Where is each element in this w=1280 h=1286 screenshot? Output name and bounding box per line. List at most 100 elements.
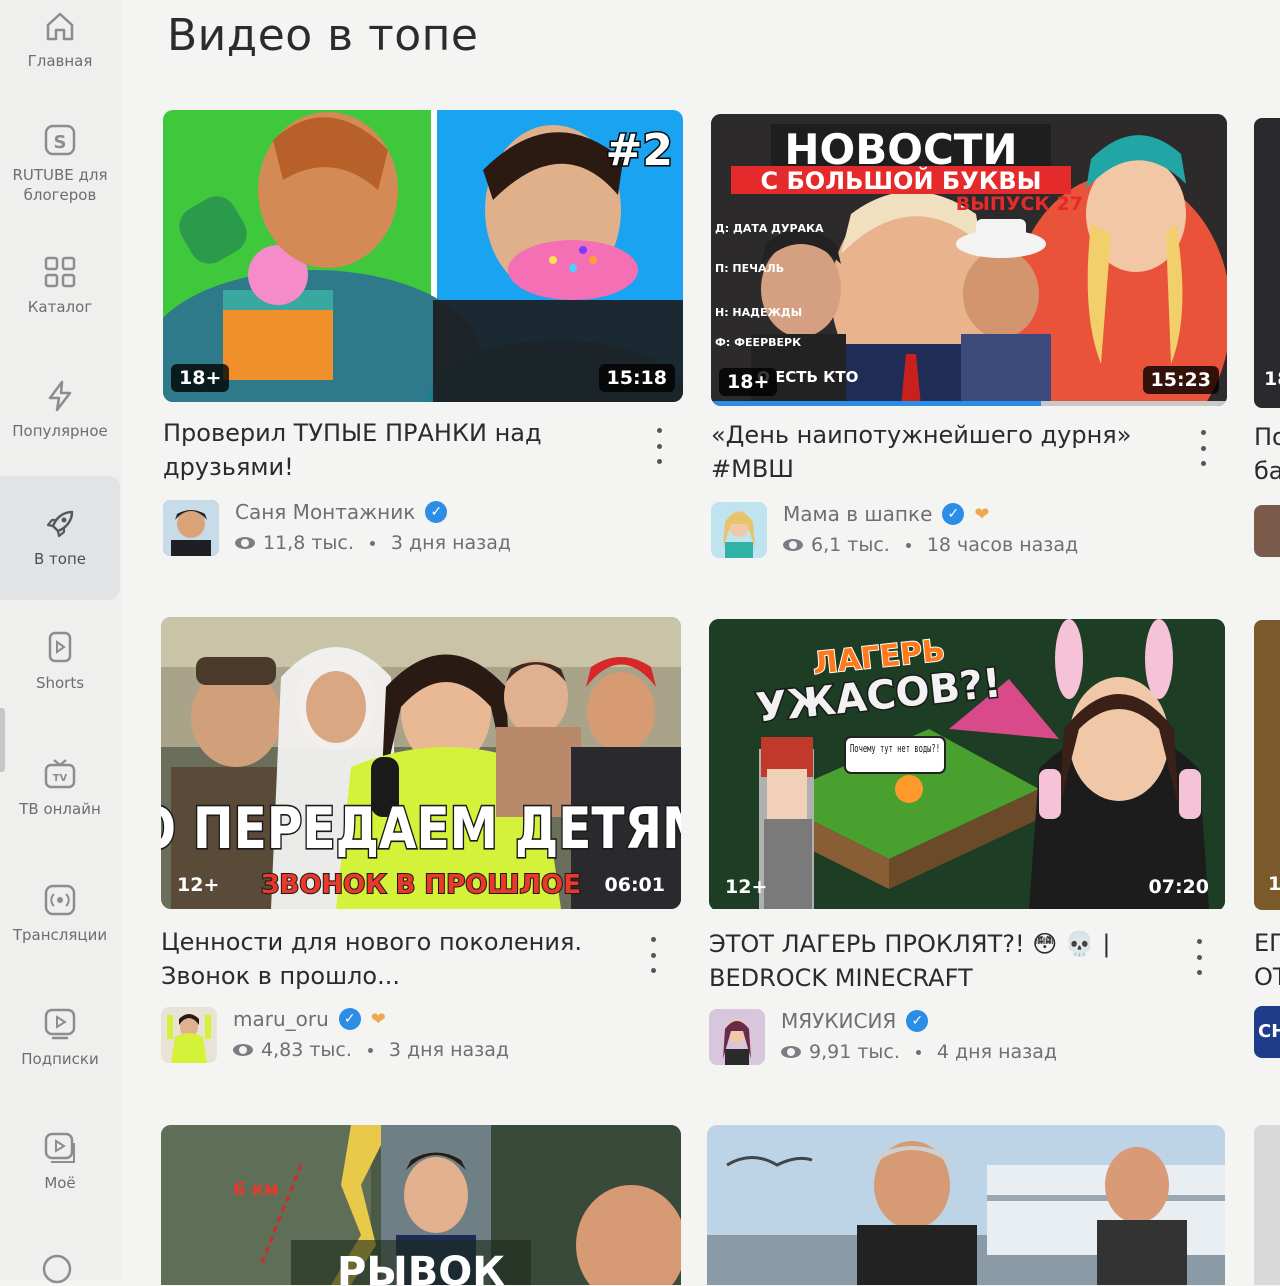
more-options-icon[interactable]: [1193, 939, 1205, 975]
sidebar-item-label: Каталог: [27, 298, 93, 316]
sidebar-item-popular[interactable]: Популярное: [0, 348, 120, 472]
sidebar-item-label: Моё: [44, 1174, 76, 1192]
thumbnail-image: ЛАГЕРЬ УЖАСОВ?! Почему тут нет воды?!: [709, 619, 1225, 909]
channel-name[interactable]: Мама в шапке: [783, 502, 932, 526]
sidebar-item-mine[interactable]: Моё: [0, 1100, 120, 1224]
duration-badge: 06:01: [604, 874, 665, 896]
more-options-icon[interactable]: [647, 937, 659, 973]
video-title[interactable]: Проверил ТУПЫЕ ПРАНКИ над друзьями!: [163, 416, 633, 484]
video-thumbnail[interactable]: [1254, 1125, 1280, 1285]
more-sections-icon[interactable]: [40, 1252, 74, 1286]
video-title[interactable]: «День наипотужнейшего дурня» #МВШ: [711, 418, 1181, 486]
views-icon: [233, 1044, 253, 1056]
rocket-icon: [46, 510, 74, 538]
thumbnail-image: [707, 1125, 1225, 1285]
thumbnail-item: Н: НАДЕЖДЫ: [715, 306, 802, 319]
channel-avatar[interactable]: [163, 500, 219, 556]
home-icon: [46, 12, 74, 41]
channel-name[interactable]: МЯУКИСИЯ: [781, 1009, 896, 1033]
sidebar-item-label: В топе: [33, 550, 86, 568]
more-options-icon[interactable]: [653, 428, 665, 464]
sidebar-item-subscriptions[interactable]: Подписки: [0, 976, 120, 1100]
video-card[interactable]: НОВОСТИ С БОЛЬШОЙ БУКВЫ ВЫПУСК 27 Д: ДАТ…: [711, 114, 1231, 560]
shorts-icon: [48, 631, 72, 663]
age-rating-badge: 12+: [725, 876, 768, 898]
video-title[interactable]: Ценности для нового поколения. Звонок в …: [161, 925, 631, 993]
channel-avatar[interactable]: СН: [1254, 1006, 1280, 1058]
my-videos-icon: [44, 1132, 75, 1163]
video-thumbnail[interactable]: [1254, 118, 1280, 408]
sidebar-item-label: RUTUBE для блогеров: [12, 166, 108, 204]
views-icon: [781, 1046, 801, 1058]
sidebar-item-top[interactable]: В топе: [0, 476, 120, 600]
page-title: Видео в топе: [167, 10, 479, 61]
svg-text:S: S: [54, 132, 67, 153]
thumbnail-text: ЧТО ПЕРЕДАЕМ ДЕТЯМ?: [161, 796, 681, 861]
video-card[interactable]: ЧТО ПЕРЕДАЕМ ДЕТЯМ? ЗВОНОК В ПРОШЛОЕ 12+…: [161, 617, 681, 1065]
view-count: 4,83 тыс.: [261, 1039, 352, 1061]
video-thumbnail[interactable]: НОВОСТИ С БОЛЬШОЙ БУКВЫ ВЫПУСК 27 Д: ДАТ…: [711, 114, 1227, 406]
thumbnail-subtitle: ЗВОНОК В ПРОШЛОЕ: [261, 870, 581, 900]
subscriptions-icon: [44, 1008, 76, 1040]
sidebar-item-bloggers[interactable]: S RUTUBE для блогеров: [0, 102, 120, 226]
sidebar-item-label: ТВ онлайн: [19, 800, 101, 818]
thumbnail-image: ЧТО ПЕРЕДАЕМ ДЕТЯМ? ЗВОНОК В ПРОШЛОЕ: [161, 617, 681, 909]
sidebar-item-catalog[interactable]: Каталог: [0, 224, 120, 348]
channel-avatar[interactable]: [711, 502, 767, 558]
separator-dot: [905, 542, 911, 548]
video-card[interactable]: #2 18+ 15:18 Проверил ТУПЫЕ ПРАНКИ над д…: [163, 110, 683, 558]
heart-badge-icon: ❤: [370, 1008, 386, 1030]
thumbnail-speech-bubble: Почему тут нет воды?!: [850, 742, 940, 755]
sidebar-item-label: Популярное: [12, 422, 108, 440]
channel-avatar[interactable]: [709, 1009, 765, 1065]
upload-time: 3 дня назад: [390, 532, 512, 554]
video-thumbnail[interactable]: ЧТО ПЕРЕДАЕМ ДЕТЯМ? ЗВОНОК В ПРОШЛОЕ 12+…: [161, 617, 681, 909]
tv-icon: TV: [44, 759, 76, 789]
video-thumbnail[interactable]: 6 км РЫВОК: [161, 1125, 681, 1285]
watch-progress-fill: [711, 401, 1042, 406]
channel-avatar[interactable]: [161, 1007, 217, 1063]
more-options-icon[interactable]: [1197, 430, 1209, 466]
sidebar-item-label: Подписки: [21, 1050, 99, 1068]
duration-badge: 15:23: [1142, 366, 1219, 394]
channel-name[interactable]: maru_oru: [233, 1007, 329, 1031]
watch-progress-bar: [711, 401, 1227, 406]
thumbnail-image: 6 км РЫВОК: [161, 1125, 681, 1285]
video-card[interactable]: 6 км РЫВОК: [161, 1125, 681, 1285]
sidebar-item-home[interactable]: Главная: [0, 0, 120, 102]
duration-badge: 07:20: [1148, 876, 1209, 898]
sidebar: Главная S RUTUBE для блогеров Каталог По…: [0, 0, 122, 1284]
views-icon: [783, 539, 803, 551]
video-thumbnail[interactable]: #2 18+ 15:18: [163, 110, 683, 402]
separator-dot: [915, 1049, 921, 1055]
age-rating-badge: 12+: [177, 874, 220, 896]
video-title[interactable]: ЕГ ОТ: [1254, 926, 1280, 994]
video-thumbnail[interactable]: ЛАГЕРЬ УЖАСОВ?! Почему тут нет воды?! 12…: [709, 619, 1225, 911]
separator-dot: [367, 1047, 373, 1053]
thumbnail-issue: ВЫПУСК 27: [956, 193, 1083, 215]
thumbnail-item: Ф: ФЕЕРВЕРК: [715, 336, 801, 349]
video-thumbnail[interactable]: [707, 1125, 1225, 1285]
video-card[interactable]: ЛАГЕРЬ УЖАСОВ?! Почему тут нет воды?! 12…: [709, 619, 1229, 1067]
views-icon: [235, 537, 255, 549]
video-title[interactable]: По ба: [1254, 420, 1280, 488]
duration-badge: 15:18: [598, 364, 675, 392]
thumbnail-image: #2: [163, 110, 683, 402]
video-title[interactable]: ЭТОТ ЛАГЕРЬ ПРОКЛЯТ?! 😳 💀 | BEDROCK MINE…: [709, 927, 1179, 995]
sidebar-item-broadcasts[interactable]: Трансляции: [0, 852, 120, 976]
channel-avatar[interactable]: [1254, 505, 1280, 557]
heart-badge-icon: ❤: [974, 503, 990, 525]
sidebar-item-tv[interactable]: TV ТВ онлайн: [0, 726, 120, 850]
sidebar-item-label: Трансляции: [12, 926, 108, 944]
upload-time: 3 дня назад: [388, 1039, 510, 1061]
sidebar-scrollbar[interactable]: [0, 708, 5, 772]
age-rating-badge: 18+: [171, 364, 230, 392]
age-rating-badge: 18: [1268, 873, 1280, 895]
video-card[interactable]: [707, 1125, 1227, 1285]
sidebar-item-shorts[interactable]: Shorts: [0, 600, 120, 724]
thumbnail-item: Д: ДАТА ДУРАКА: [715, 222, 824, 235]
video-thumbnail[interactable]: [1254, 620, 1280, 910]
channel-name[interactable]: Саня Монтажник: [235, 500, 415, 524]
thumbnail-text: #2: [606, 125, 673, 176]
grid-icon: [44, 256, 76, 288]
